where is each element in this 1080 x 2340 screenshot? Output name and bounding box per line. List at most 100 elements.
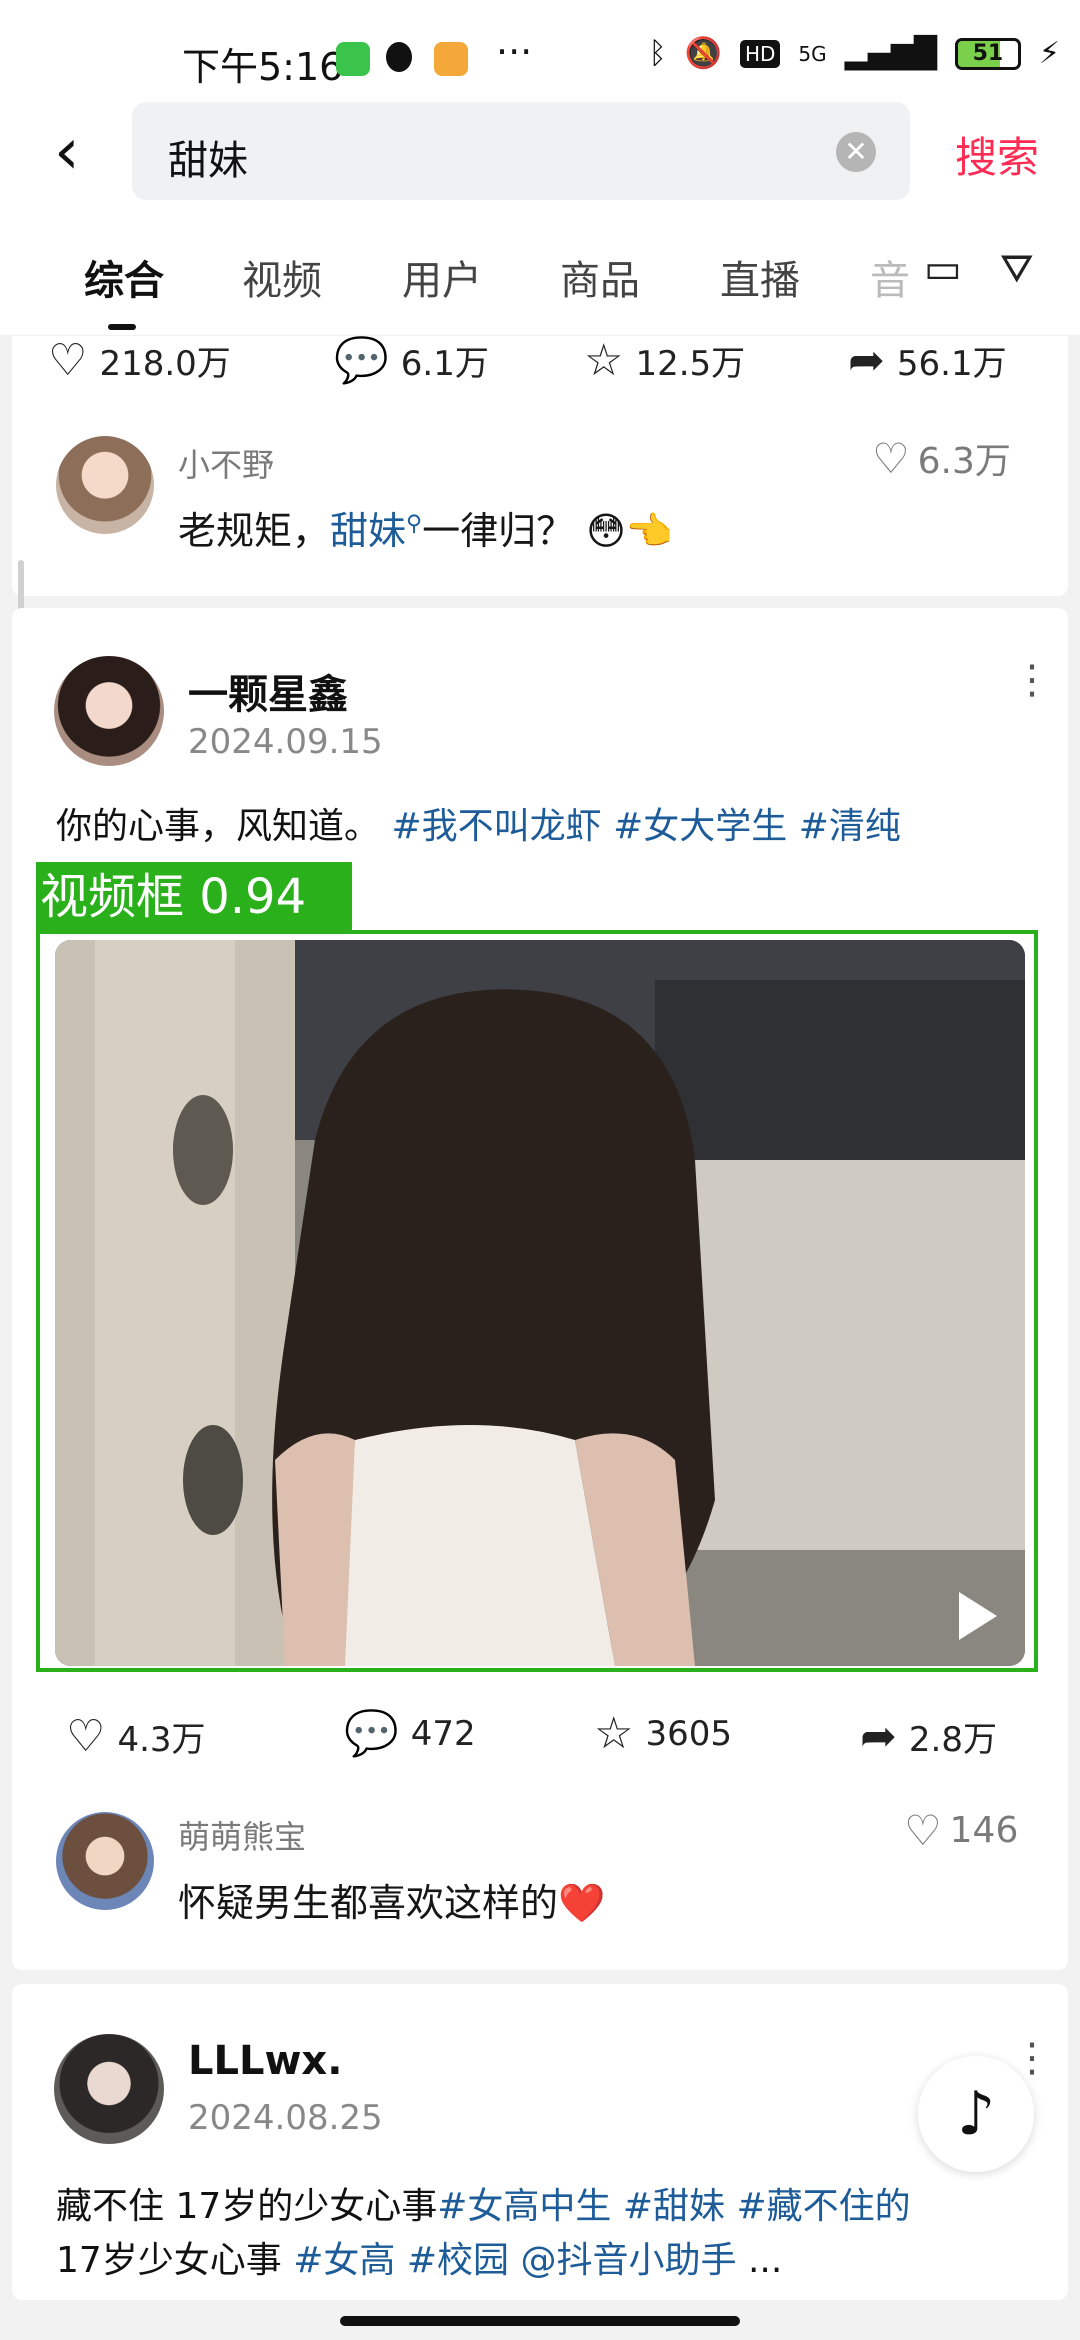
detection-label: 视频框 0.94 (36, 862, 352, 932)
comment-button[interactable]: 💬 6.1万 (334, 336, 489, 385)
comment-username[interactable]: 小不野 (178, 440, 274, 486)
like-button[interactable]: ♡ 218.0万 (48, 336, 231, 385)
network-label: 5G (798, 41, 827, 66)
like-button[interactable]: ♡ 4.3万 (66, 1712, 206, 1761)
search-query: 甜妹 (168, 138, 248, 184)
star-icon: ☆ (584, 334, 624, 386)
comment-icon: 💬 (334, 334, 389, 386)
comment-icon: 💬 (344, 1708, 399, 1759)
description-line: 17岁少女心事 #女高 #校园 @抖音小助手 ... (56, 2234, 1056, 2288)
heart-icon: ♡ (48, 334, 88, 386)
more-notifications-icon: ··· (496, 30, 533, 74)
wechat-app-icon (336, 42, 370, 76)
mention-link[interactable]: @抖音小助手 (521, 2240, 737, 2281)
tab-products[interactable]: 商品 (560, 248, 640, 306)
clear-search-icon[interactable]: ✕ (836, 132, 876, 172)
mute-bell-icon: 🔕 (684, 36, 722, 71)
description-text: 你的心事，风知道。 (56, 806, 381, 847)
post-card: ♡ 218.0万 💬 6.1万 ☆ 12.5万 ➦ 56.1万 小不野 老规矩，甜妹⚲一… (12, 336, 1068, 596)
post-date: 2024.08.25 (188, 2098, 383, 2138)
description-line: 藏不住 17岁的少女心事#女高中生 #甜妹 #藏不住的 (56, 2180, 1056, 2234)
layout-toggle-icon[interactable]: ▭ (924, 246, 962, 292)
qq-app-icon (386, 42, 412, 72)
description-text: 17岁少女心事 (56, 2240, 282, 2281)
post-stats: ♡ 4.3万 💬 472 ☆ 3605 ➦ 2.8万 (12, 1712, 1068, 1772)
search-input[interactable]: 甜妹 ✕ (132, 102, 910, 200)
search-header: ‹ 甜妹 ✕ 搜索 (0, 100, 1080, 210)
video-thumbnail[interactable] (55, 940, 1025, 1666)
star-icon: ☆ (594, 1708, 634, 1759)
author-name[interactable]: 一颗星鑫 (188, 662, 348, 720)
favorite-button[interactable]: ☆ 12.5万 (584, 336, 745, 385)
play-icon[interactable] (959, 1592, 997, 1640)
heart-icon: ♡ (872, 433, 910, 483)
share-button[interactable]: ➦ 56.1万 (848, 336, 1007, 385)
battery-level: 51 (972, 41, 1004, 66)
share-count: 56.1万 (896, 344, 1007, 384)
hashtag-link[interactable]: #女大学生 (613, 806, 787, 847)
share-arrow-icon: ➦ (848, 334, 885, 386)
douyin-floating-button[interactable]: ♪ (918, 2056, 1034, 2172)
bluetooth-icon: ᛒ (648, 36, 667, 71)
link-search-icon: ⚲ (406, 511, 423, 537)
comment-like-button[interactable]: ♡ 146 (904, 1806, 1018, 1855)
hashtag-link[interactable]: #校园 (407, 2240, 509, 2281)
result-tabs: 综合 视频 用户 商品 直播 音 ▭ ⛛ (0, 210, 1080, 335)
comment-like-count: 146 (949, 1810, 1019, 1851)
author-avatar[interactable] (54, 2034, 164, 2144)
comment-username[interactable]: 萌萌熊宝 (178, 1812, 306, 1858)
more-options-icon[interactable]: ⋮ (1012, 2038, 1052, 2078)
tab-users[interactable]: 用户 (402, 248, 482, 306)
commenter-avatar[interactable] (56, 1812, 154, 1910)
tab-live[interactable]: 直播 (720, 248, 800, 306)
hashtag-link[interactable]: #我不叫龙虾 (391, 806, 601, 847)
comment-like-count: 6.3万 (917, 441, 1011, 482)
comment-like-button[interactable]: ♡ 6.3万 (872, 432, 1011, 484)
author-avatar[interactable] (54, 656, 164, 766)
favorite-button[interactable]: ☆ 3605 (594, 1712, 732, 1756)
description-text: 藏不住 17岁的少女心事 (56, 2186, 438, 2227)
avatar[interactable] (56, 436, 154, 534)
hashtag-link[interactable]: #清纯 (799, 806, 901, 847)
douyin-logo-icon: ♪ (956, 2079, 996, 2149)
comment-count: 6.1万 (400, 344, 489, 384)
post-description: 藏不住 17岁的少女心事#女高中生 #甜妹 #藏不住的 17岁少女心事 #女高 … (56, 2180, 1056, 2288)
author-name[interactable]: LLLwx. (188, 2038, 342, 2084)
more-options-icon[interactable]: ⋮ (1012, 660, 1052, 700)
tab-music[interactable]: 音 (870, 248, 910, 306)
58-app-icon (434, 42, 468, 76)
charging-icon: ⚡ (1038, 36, 1060, 71)
post-date: 2024.09.15 (188, 722, 383, 762)
hashtag-link[interactable]: #甜妹 (623, 2186, 725, 2227)
like-count: 218.0万 (99, 344, 231, 384)
heart-icon: ♡ (66, 1710, 106, 1762)
tab-comprehensive[interactable]: 综合 (84, 248, 164, 306)
comment-search-link[interactable]: 甜妹 (330, 509, 406, 553)
hd-badge: HD (739, 39, 781, 68)
comment-text: 老规矩，甜妹⚲一律归？ 😳👈 (178, 500, 673, 555)
signal-icon: ▂▄▆█ (844, 36, 937, 71)
search-button[interactable]: 搜索 (955, 124, 1039, 185)
status-time: 下午5:16 (182, 45, 344, 89)
search-results-screen: 下午5:16 ··· ᛒ 🔕 HD 5G ▂▄▆█ 51 ⚡ ‹ 甜妹 ✕ 搜索… (0, 0, 1080, 2340)
status-bar: 下午5:16 ··· ᛒ 🔕 HD 5G ▂▄▆█ 51 ⚡ (0, 0, 1080, 100)
hashtag-link[interactable]: #藏不住的 (737, 2186, 911, 2227)
battery-icon: 51 (954, 37, 1021, 70)
hashtag-link[interactable]: #女高 (293, 2240, 395, 2281)
like-count: 4.3万 (117, 1720, 206, 1760)
post-description: 你的心事，风知道。 #我不叫龙虾 #女大学生 #清纯 (56, 800, 901, 854)
tab-video[interactable]: 视频 (242, 248, 322, 306)
share-button[interactable]: ➦ 2.8万 (860, 1712, 997, 1761)
comment-text-suffix: 一律归？ 😳👈 (422, 509, 674, 553)
post-stats: ♡ 218.0万 💬 6.1万 ☆ 12.5万 ➦ 56.1万 (12, 336, 1068, 396)
comment-text: 怀疑男生都喜欢这样的❤️ (178, 1881, 606, 1925)
back-arrow-icon[interactable]: ‹ (54, 120, 80, 184)
video-frame-illustration (55, 940, 1025, 1666)
filter-icon[interactable]: ⛛ (1000, 246, 1034, 292)
comment-button[interactable]: 💬 472 (344, 1712, 476, 1756)
favorite-count: 3605 (645, 1714, 732, 1754)
home-indicator[interactable] (340, 2316, 740, 2326)
more-ellipsis[interactable]: ... (748, 2240, 782, 2281)
hashtag-link[interactable]: #女高中生 (437, 2186, 611, 2227)
comment-text-prefix: 老规矩， (178, 509, 331, 553)
